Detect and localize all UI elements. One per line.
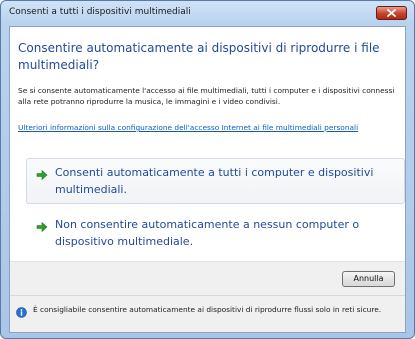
dialog-content: Consentire automaticamente ai dispositiv… [9, 26, 406, 333]
footer-divider [10, 295, 405, 296]
dialog-footer: Annulla È consigliabile consentire autom… [10, 262, 405, 332]
green-arrow-icon [36, 169, 48, 181]
deny-all-option[interactable]: Non consentire automaticamente a nessun … [26, 210, 405, 256]
allow-all-option-label: Consenti automaticamente a tutti i compu… [55, 166, 374, 196]
dialog-heading: Consentire automaticamente ai dispositiv… [18, 41, 380, 72]
window-title: Consenti a tutti i dispositivi multimedi… [9, 7, 191, 17]
title-bar[interactable]: Consenti a tutti i dispositivi multimedi… [1, 1, 414, 25]
close-icon [387, 9, 396, 17]
description-text: Se si consente automaticamente l'accesso… [18, 86, 395, 106]
info-message: È consigliabile consentire automaticamen… [33, 305, 382, 314]
info-icon [16, 307, 27, 318]
dialog-window: Consenti a tutti i dispositivi multimedi… [0, 0, 415, 339]
close-button[interactable] [376, 6, 407, 20]
more-info-link[interactable]: Ulteriori informazioni sulla configurazi… [18, 122, 403, 133]
allow-all-option[interactable]: Consenti automaticamente a tutti i compu… [26, 158, 405, 204]
cancel-button[interactable]: Annulla [342, 271, 395, 287]
green-arrow-icon [36, 221, 48, 233]
deny-all-option-label: Non consentire automaticamente a nessun … [55, 218, 360, 248]
